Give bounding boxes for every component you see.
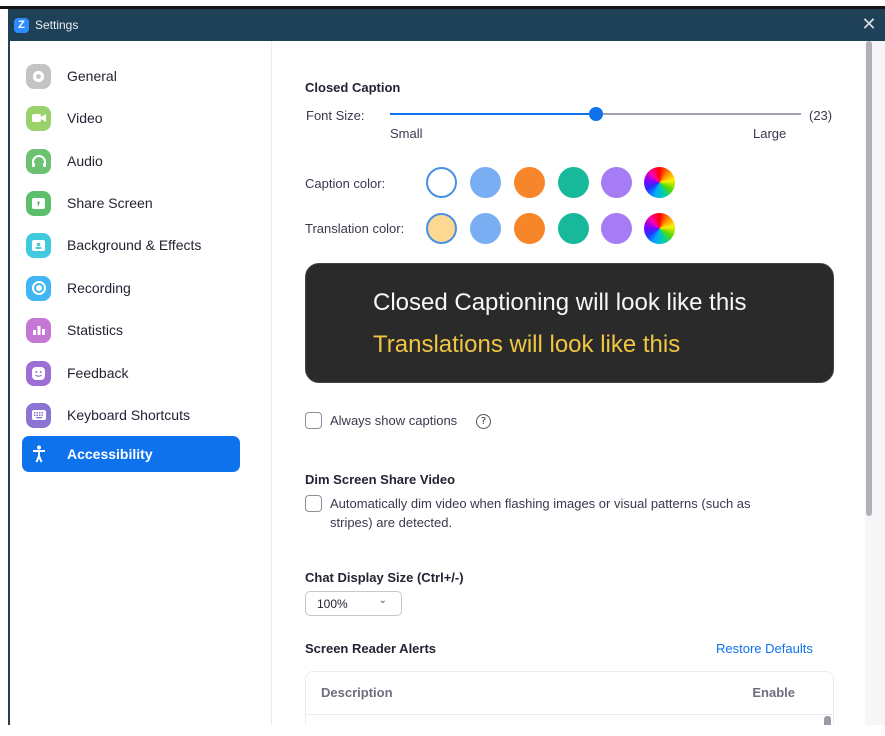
accessibility-panel: Closed Caption Font Size: (23) Small Lar… <box>273 41 865 731</box>
caption-color-swatch-5[interactable] <box>601 167 632 198</box>
dim-video-label-line1: Automatically dim video when flashing im… <box>330 496 751 511</box>
dim-video-checkbox[interactable] <box>305 495 322 512</box>
sidebar-item-accessibility[interactable]: Accessibility <box>22 436 240 472</box>
gear-icon <box>26 63 51 89</box>
closed-caption-heading: Closed Caption <box>305 80 401 95</box>
preview-translation-text: Translations will look like this <box>373 331 681 358</box>
slider-fill <box>390 113 596 115</box>
always-show-captions-label: Always show captions <box>330 413 458 428</box>
settings-window: General Video Audio Share Screen Backgro… <box>8 41 885 731</box>
slider-min-label: Small <box>390 126 423 141</box>
slider-max-label: Large <box>753 126 787 141</box>
sidebar-item-video[interactable]: Video <box>22 100 240 136</box>
column-enable: Enable <box>752 685 795 700</box>
restore-defaults-link[interactable]: Restore Defaults <box>716 641 813 656</box>
close-button[interactable]: ✕ <box>859 15 879 35</box>
font-size-slider[interactable] <box>390 107 801 121</box>
chat-size-dropdown[interactable]: 100% ⌄ <box>305 591 402 616</box>
sidebar-item-label: General <box>67 68 117 84</box>
column-description: Description <box>321 685 393 700</box>
translation-color-swatch-custom[interactable] <box>644 213 675 244</box>
caption-preview: Closed Captioning will look like this Tr… <box>305 263 834 383</box>
statistics-icon <box>26 317 51 343</box>
keyboard-icon <box>26 402 51 428</box>
accessibility-icon <box>26 442 51 467</box>
headphones-icon <box>26 148 51 174</box>
sidebar-item-general[interactable]: General <box>22 58 240 94</box>
sidebar: General Video Audio Share Screen Backgro… <box>10 41 272 725</box>
preview-caption-text: Closed Captioning will look like this <box>373 289 747 316</box>
caption-color-swatch-custom[interactable] <box>644 167 675 198</box>
sidebar-item-label: Recording <box>67 280 131 296</box>
panel-scrollbar[interactable] <box>865 41 885 725</box>
translation-color-swatch-2[interactable] <box>470 213 501 244</box>
font-size-label: Font Size: <box>306 108 365 123</box>
sidebar-item-background-effects[interactable]: Background & Effects <box>22 227 240 263</box>
caption-color-label: Caption color: <box>305 176 386 191</box>
help-icon[interactable]: ? <box>476 414 491 429</box>
sidebar-item-audio[interactable]: Audio <box>22 143 240 179</box>
window-title: Settings <box>35 18 79 32</box>
translation-color-label: Translation color: <box>305 221 405 236</box>
caption-color-swatch-4[interactable] <box>558 167 589 198</box>
sidebar-item-label: Video <box>67 110 103 126</box>
sidebar-item-label: Background & Effects <box>67 237 202 253</box>
sidebar-item-label: Audio <box>67 153 103 169</box>
caption-color-swatch-1[interactable] <box>426 167 457 198</box>
font-size-value: (23) <box>809 108 833 123</box>
title-bar: Z Settings ✕ <box>8 9 885 41</box>
sidebar-item-label: Feedback <box>67 365 129 381</box>
slider-thumb[interactable] <box>588 107 603 121</box>
share-screen-icon <box>26 190 51 216</box>
always-show-captions-checkbox[interactable] <box>305 412 322 429</box>
video-camera-icon <box>26 105 51 131</box>
caption-color-swatch-2[interactable] <box>470 167 501 198</box>
scrollbar-thumb[interactable] <box>866 41 872 516</box>
sidebar-item-label: Share Screen <box>67 195 153 211</box>
translation-color-swatch-1[interactable] <box>426 213 457 244</box>
sidebar-item-recording[interactable]: Recording <box>22 270 240 306</box>
sidebar-item-share-screen[interactable]: Share Screen <box>22 185 240 221</box>
feedback-smiley-icon <box>26 360 51 386</box>
bottom-edge <box>0 725 885 736</box>
chevron-down-icon: ⌄ <box>378 595 387 606</box>
background-icon <box>26 232 51 258</box>
translation-color-swatch-3[interactable] <box>514 213 545 244</box>
screen-reader-alerts-table: Description Enable <box>305 671 834 731</box>
sidebar-item-label: Accessibility <box>67 446 153 462</box>
caption-color-swatch-3[interactable] <box>514 167 545 198</box>
sidebar-item-label: Statistics <box>67 322 124 338</box>
chat-size-value: 100% <box>317 596 348 611</box>
translation-color-swatch-4[interactable] <box>558 213 589 244</box>
window-top-edge <box>0 0 885 9</box>
chat-display-heading: Chat Display Size (Ctrl+/-) <box>305 570 464 585</box>
dim-video-label-line2: stripes) are detected. <box>330 515 453 530</box>
sidebar-item-label: Keyboard Shortcuts <box>67 407 190 423</box>
zoom-logo-icon: Z <box>14 17 29 33</box>
dim-screen-heading: Dim Screen Share Video <box>305 472 456 487</box>
recording-icon <box>26 275 51 301</box>
translation-color-swatch-5[interactable] <box>601 213 632 244</box>
screen-reader-heading: Screen Reader Alerts <box>305 641 437 656</box>
sidebar-item-keyboard-shortcuts[interactable]: Keyboard Shortcuts <box>22 397 240 433</box>
table-header: Description Enable <box>306 672 833 715</box>
sidebar-item-feedback[interactable]: Feedback <box>22 355 240 391</box>
sidebar-item-statistics[interactable]: Statistics <box>22 312 240 348</box>
